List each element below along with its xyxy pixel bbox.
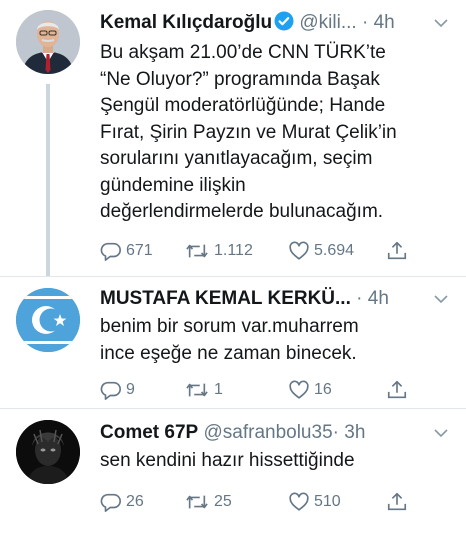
tweet-text: benim bir sorum var.muharrem ince eşeğe … (100, 314, 454, 367)
display-name[interactable]: Comet 67P (100, 422, 198, 443)
like-button[interactable]: 16 (288, 377, 332, 403)
tweet-text-line: sen kendini hazır hissettiğinde (100, 450, 355, 471)
separator-dot: · (332, 422, 339, 443)
tweet-header: Kemal Kılıçdaroğlu @kili... · 4h (100, 10, 454, 36)
separator-dot: · (361, 12, 369, 33)
tweet-actions: 671 1.112 5.694 (100, 238, 420, 264)
share-icon (386, 491, 408, 513)
retweet-icon (184, 491, 210, 513)
separator-dot: · (356, 288, 363, 309)
retweet-count: 1.112 (214, 242, 253, 259)
reply-count: 9 (126, 381, 135, 398)
reply-icon (100, 379, 122, 401)
tweet-actions: 26 25 510 (100, 489, 420, 515)
share-button[interactable] (386, 377, 408, 403)
tweet-1[interactable]: Kemal Kılıçdaroğlu @kili... · 4h Bu akşa… (0, 0, 466, 276)
like-count: 16 (314, 381, 332, 398)
display-name[interactable]: MUSTAFA KEMAL KERKÜ... (100, 288, 351, 309)
share-button[interactable] (386, 238, 408, 264)
reply-count: 26 (126, 493, 144, 510)
tweet-3[interactable]: Comet 67P @safranbolu35· 3h sen kendini … (0, 408, 466, 545)
tweet-text: sen kendini hazır hissettiğinde (100, 448, 454, 475)
tweet-text-line: ince eşeğe ne zaman binecek. (100, 342, 357, 364)
chevron-down-icon[interactable] (434, 428, 448, 438)
thread-connector-line (46, 84, 50, 276)
tweet-text-line: “Ne Oluyor?” programında Başak (100, 68, 380, 90)
tweet-text-line: gündemine ilişkin (100, 174, 246, 196)
avatar[interactable] (16, 10, 80, 74)
timestamp[interactable]: 3h (344, 422, 365, 443)
retweet-count: 1 (214, 381, 223, 398)
reply-button[interactable]: 9 (100, 377, 135, 403)
retweet-button[interactable]: 25 (184, 489, 232, 515)
avatar[interactable] (16, 420, 80, 484)
like-count: 510 (314, 493, 341, 510)
tweet-text-line: benim bir sorum var.muharrem (100, 316, 359, 337)
tweet-header: Comet 67P @safranbolu35· 3h (100, 420, 454, 446)
verified-badge-icon (274, 11, 294, 31)
turkmeneli-flag-avatar (16, 288, 80, 352)
reply-icon (100, 240, 122, 262)
like-button[interactable]: 5.694 (288, 238, 354, 264)
tweet-2[interactable]: MUSTAFA KEMAL KERKÜ... · 4h benim bir so… (0, 276, 466, 408)
tweet-header: MUSTAFA KEMAL KERKÜ... · 4h (100, 286, 454, 312)
retweet-icon (184, 240, 210, 262)
tweet-text-line: Bu akşam 21.00’de CNN TÜRK’te (100, 42, 386, 63)
timestamp[interactable]: 4h (374, 12, 395, 33)
reply-icon (100, 491, 122, 513)
like-icon (288, 379, 310, 401)
tweet-text-line: Fırat, Şirin Payzın ve Murat Çelik’in (100, 121, 397, 143)
reply-button[interactable]: 671 (100, 238, 153, 264)
chevron-down-icon[interactable] (434, 18, 448, 28)
retweet-button[interactable]: 1 (184, 377, 223, 403)
share-icon (386, 379, 408, 401)
avatar[interactable] (16, 288, 80, 352)
user-handle[interactable]: @kili... (299, 12, 356, 33)
share-icon (386, 240, 408, 262)
tweet-text-line: değerlendirmelerde bulunacağım. (100, 201, 384, 222)
dark-portrait-avatar (16, 420, 80, 484)
share-button[interactable] (386, 489, 408, 515)
reply-count: 671 (126, 242, 153, 259)
tweet-text-line: Şengül moderatörlüğünde; Hande (100, 95, 386, 116)
like-count: 5.694 (314, 242, 355, 259)
tweet-text-line: sorularını yanıtlayacağım, seçim (100, 148, 373, 169)
portrait-photo (16, 10, 80, 74)
retweet-button[interactable]: 1.112 (184, 238, 253, 264)
like-icon (288, 491, 310, 513)
reply-button[interactable]: 26 (100, 489, 144, 515)
display-name[interactable]: Kemal Kılıçdaroğlu (100, 12, 272, 33)
tweet-text: Bu akşam 21.00’de CNN TÜRK’te “Ne Oluyor… (100, 40, 454, 226)
retweet-icon (184, 379, 210, 401)
tweet-actions: 9 1 16 (100, 377, 420, 403)
chevron-down-icon[interactable] (434, 294, 448, 304)
timestamp[interactable]: 4h (368, 288, 389, 309)
like-icon (288, 240, 310, 262)
retweet-count: 25 (214, 493, 232, 510)
user-handle[interactable]: @safranbolu35 (203, 422, 332, 443)
like-button[interactable]: 510 (288, 489, 341, 515)
